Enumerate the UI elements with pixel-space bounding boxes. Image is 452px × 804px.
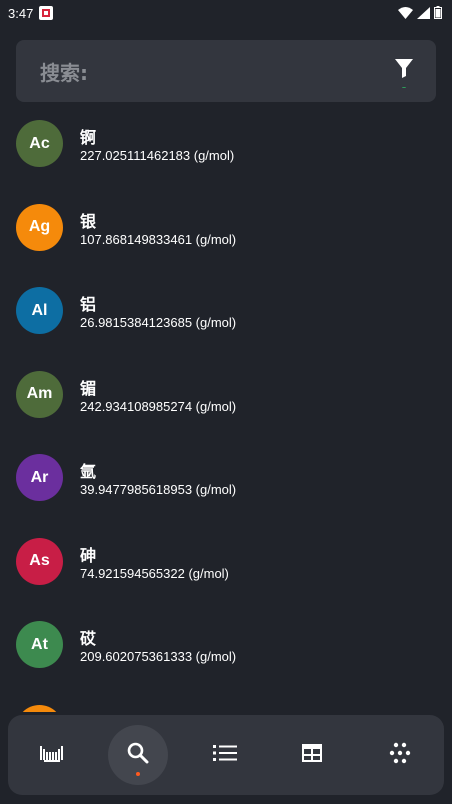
element-atomic-mass: 107.868149833461 (g/mol) <box>80 231 237 247</box>
element-symbol-badge: As <box>16 537 63 585</box>
element-list-item[interactable]: As 砷 74.921594565322 (g/mol) <box>0 520 452 604</box>
element-atomic-mass: 227.025111462183 (g/mol) <box>80 148 235 163</box>
element-atomic-mass: 242.934108985274 (g/mol) <box>80 398 237 414</box>
element-symbol-badge: Ar <box>16 454 63 501</box>
element-list-item[interactable]: Al 铝 26.9815384123685 (g/mol) <box>0 269 452 353</box>
element-list-item[interactable]: At 砹 209.602075361333 (g/mol) <box>0 603 452 687</box>
status-time: 3:47 <box>8 5 34 21</box>
element-list-item[interactable]: Am 镅 242.934108985274 (g/mol) <box>0 353 452 437</box>
list-icon <box>213 744 237 766</box>
filter-active-indicator <box>402 87 406 88</box>
filter-button[interactable] <box>394 58 414 88</box>
element-name: 锕 <box>80 128 97 147</box>
element-list[interactable]: Ac 锕 227.025111462183 (g/mol) Ag 银 107.868149… <box>0 102 452 712</box>
element-list-item[interactable]: 金 <box>0 687 452 713</box>
element-name: 镅 <box>80 378 97 398</box>
bottom-navigation <box>8 715 444 795</box>
element-name: 砷 <box>80 545 97 565</box>
element-symbol-badge: At <box>16 621 63 668</box>
element-name: 氩 <box>80 462 97 481</box>
element-list-item[interactable]: Ar 氩 39.9477985618953 (g/mol) <box>0 436 452 520</box>
element-name: 金 <box>80 709 96 713</box>
filter-icon <box>395 58 413 82</box>
element-symbol-badge <box>16 704 63 712</box>
cell-signal-icon <box>417 4 430 23</box>
nav-list[interactable] <box>195 725 255 785</box>
dots-grid-icon <box>389 742 411 768</box>
element-name: 铝 <box>80 295 97 314</box>
nav-table[interactable] <box>282 725 342 785</box>
element-symbol-badge: Ag <box>16 203 63 251</box>
search-label: 搜索: <box>40 60 88 85</box>
nav-search[interactable] <box>108 725 168 785</box>
element-atomic-mass: 74.921594565322 (g/mol) <box>80 565 229 581</box>
element-list-item[interactable]: Ag 银 107.868149833461 (g/mol) <box>0 186 452 270</box>
element-symbol-badge: Ac <box>16 120 63 167</box>
search-icon <box>127 742 149 768</box>
element-list-item[interactable]: Ac 锕 227.025111462183 (g/mol) <box>0 102 452 186</box>
app-notification-icon <box>39 6 54 20</box>
element-symbol-badge: Am <box>16 370 63 418</box>
nav-active-indicator <box>136 772 140 776</box>
element-atomic-mass: 209.602075361333 (g/mol) <box>80 649 237 664</box>
wifi-icon <box>398 4 413 23</box>
element-name: 砹 <box>80 629 97 648</box>
nav-periodic-chart[interactable] <box>22 725 82 785</box>
search-bar[interactable]: 搜索: <box>16 40 436 102</box>
element-atomic-mass: 26.9815384123685 (g/mol) <box>80 315 237 330</box>
status-bar: 3:47 <box>0 0 452 26</box>
table-icon <box>302 744 322 766</box>
element-symbol-badge: Al <box>16 287 63 334</box>
nav-dots[interactable] <box>370 725 430 785</box>
periodic-bars-icon <box>40 744 64 766</box>
battery-icon <box>434 4 442 23</box>
element-name: 银 <box>80 211 97 231</box>
element-atomic-mass: 39.9477985618953 (g/mol) <box>80 482 237 497</box>
